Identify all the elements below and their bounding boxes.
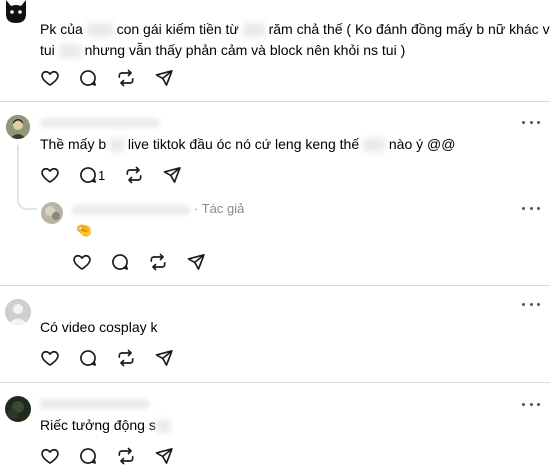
share-button[interactable] <box>154 348 174 368</box>
comment-text: Riếc tưởng động s <box>40 414 170 437</box>
comment-icon <box>78 348 98 368</box>
reply-emoji: 🤏 <box>75 222 93 238</box>
avatar[interactable] <box>6 115 30 139</box>
cat-avatar-icon <box>6 0 26 23</box>
heart-icon <box>40 68 60 88</box>
comment-text: Pk của con gái kiếm tiền từ răm chả thế … <box>40 18 550 41</box>
send-icon <box>154 348 174 368</box>
heart-icon <box>40 348 60 368</box>
repost-icon <box>116 68 136 88</box>
thread-line <box>17 145 19 195</box>
like-button[interactable] <box>40 165 60 185</box>
redacted-username <box>40 118 160 128</box>
comment-text: Có video cosplay k <box>40 319 158 335</box>
reply-button[interactable] <box>78 165 98 185</box>
comment-icon <box>110 252 130 272</box>
redacted-text <box>242 23 265 38</box>
redacted-username <box>40 399 150 409</box>
more-options-button[interactable] <box>522 119 540 125</box>
heart-icon <box>72 252 92 272</box>
share-button[interactable] <box>154 446 174 466</box>
user-photo-icon <box>41 202 63 224</box>
redacted-text <box>363 138 385 153</box>
repost-icon <box>116 446 136 466</box>
send-icon <box>186 252 206 272</box>
more-icon <box>522 402 525 406</box>
comment-text-part: Pk của <box>40 21 87 37</box>
redacted-username <box>72 205 190 215</box>
like-button[interactable] <box>40 348 60 368</box>
repost-button[interactable] <box>116 446 136 466</box>
repost-button[interactable] <box>148 252 168 272</box>
avatar[interactable] <box>4 0 28 24</box>
divider <box>0 285 550 286</box>
comment-icon <box>78 68 98 88</box>
more-options-button[interactable] <box>522 205 540 211</box>
comment-icon <box>78 446 98 466</box>
heart-icon <box>40 165 60 185</box>
comment-text-part: live tiktok đầu óc nó cứ leng keng thế <box>127 136 360 152</box>
comment-text: tui nhưng vẫn thấy phản cảm và block nên… <box>40 39 405 62</box>
send-icon <box>162 165 182 185</box>
comment-text-part: tui <box>40 42 59 58</box>
send-icon <box>154 446 174 466</box>
repost-icon <box>116 348 136 368</box>
avatar[interactable] <box>5 396 31 422</box>
repost-button[interactable] <box>116 348 136 368</box>
reply-count: 1 <box>98 168 106 183</box>
comment-text-part: Thề mấy b <box>40 136 107 152</box>
reply-button[interactable] <box>78 348 98 368</box>
more-icon <box>522 206 525 210</box>
comment-text: Thề mấy b live tiktok đầu óc nó cứ leng … <box>40 133 455 156</box>
reply-button[interactable] <box>78 68 98 88</box>
heart-icon <box>40 446 60 466</box>
send-icon <box>154 68 174 88</box>
more-options-button[interactable] <box>522 401 540 407</box>
divider <box>0 382 550 383</box>
comment-text-part: răm chả thế ( Ko đánh đồng mấy b nữ khác… <box>268 21 550 37</box>
more-icon <box>522 302 525 306</box>
thread-connector <box>17 190 37 210</box>
reply-button[interactable] <box>110 252 130 272</box>
author-tag: · Tác giả <box>194 201 245 216</box>
like-button[interactable] <box>40 68 60 88</box>
default-avatar-icon <box>5 299 31 325</box>
more-icon <box>522 120 525 124</box>
like-button[interactable] <box>72 252 92 272</box>
comment-text-part: nào ý @@ <box>388 136 456 152</box>
user-photo-icon <box>6 115 30 139</box>
divider <box>0 101 550 102</box>
avatar[interactable] <box>41 202 63 224</box>
redacted-text <box>155 419 170 434</box>
share-button[interactable] <box>162 165 182 185</box>
repost-button[interactable] <box>116 68 136 88</box>
more-options-button[interactable] <box>522 301 540 307</box>
repost-icon <box>148 252 168 272</box>
comment-text-part: con gái kiếm tiền từ <box>116 21 243 37</box>
redacted-text <box>86 23 113 38</box>
redacted-text <box>110 138 125 153</box>
user-photo-icon <box>5 396 31 422</box>
share-button[interactable] <box>154 68 174 88</box>
repost-button[interactable] <box>124 165 144 185</box>
like-button[interactable] <box>40 446 60 466</box>
comment-icon <box>78 165 98 185</box>
reply-button[interactable] <box>78 446 98 466</box>
redacted-text <box>58 44 81 59</box>
repost-icon <box>124 165 144 185</box>
avatar[interactable] <box>5 299 31 325</box>
comment-text-part: Riếc tưởng động s <box>40 417 156 433</box>
comment-text-part: nhưng vẫn thấy phản cảm và block nên khỏ… <box>84 42 406 58</box>
share-button[interactable] <box>186 252 206 272</box>
